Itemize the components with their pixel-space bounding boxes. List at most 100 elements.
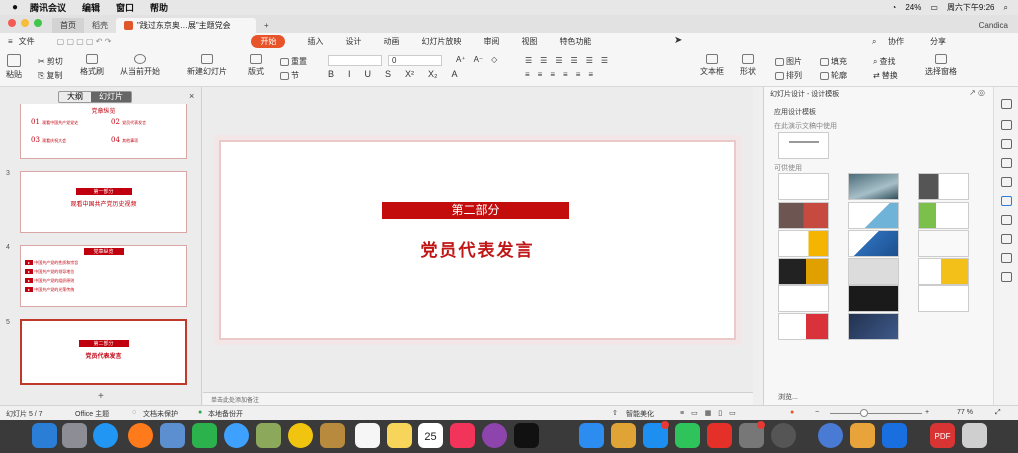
tab-slides[interactable]: 幻灯片	[91, 92, 131, 102]
tab-review[interactable]: 审阅	[483, 36, 499, 47]
replace-button[interactable]: ⇄ 替换	[873, 70, 898, 81]
battery-icon[interactable]: ▭	[930, 3, 938, 12]
current-template[interactable]	[778, 132, 829, 159]
properties-icon[interactable]	[1001, 120, 1012, 130]
template-11[interactable]	[848, 258, 899, 285]
pdf-icon[interactable]: PDF	[930, 423, 955, 448]
font-family-select[interactable]	[328, 55, 382, 66]
finder-icon[interactable]	[32, 423, 57, 448]
outline-button[interactable]: 轮廓	[820, 70, 847, 81]
design-icon[interactable]	[1001, 196, 1012, 206]
shape-style-icon[interactable]	[1001, 139, 1012, 149]
template-icon[interactable]	[1001, 215, 1012, 225]
panel-controls[interactable]: ↗ ◎	[969, 88, 985, 97]
template-3[interactable]	[918, 173, 969, 200]
animation-icon[interactable]	[1001, 158, 1012, 168]
apple-icon[interactable]: ●	[0, 2, 30, 13]
arrange-button[interactable]: 排列	[775, 70, 802, 81]
podcasts-icon[interactable]	[482, 423, 507, 448]
slide-thumbnail-3[interactable]: 第一部分 观看中国共产党历史视频	[20, 171, 187, 233]
picture-button[interactable]: 图片	[775, 56, 802, 67]
subscript-icon[interactable]: X₂	[428, 69, 438, 79]
notes-icon[interactable]	[387, 423, 412, 448]
add-slide-button[interactable]: +	[98, 391, 104, 402]
find-button[interactable]: ⌕ 查找	[873, 56, 895, 67]
protect-status[interactable]: 文档未保护	[143, 409, 178, 419]
underline-icon[interactable]: U	[365, 69, 372, 79]
numbers-icon[interactable]	[547, 423, 572, 448]
minimize-window-icon[interactable]	[21, 19, 29, 27]
template-8[interactable]	[848, 230, 899, 257]
zoom-out-icon[interactable]: −	[815, 409, 819, 416]
template-9[interactable]	[918, 230, 969, 257]
slide-title[interactable]: 党员代表发言	[221, 236, 734, 261]
paste-button[interactable]: 粘贴	[6, 54, 22, 80]
apple-tv-icon[interactable]	[514, 423, 539, 448]
magic-icon[interactable]	[1001, 99, 1012, 109]
template-12[interactable]	[918, 258, 969, 285]
fill-button[interactable]: 填充	[820, 56, 847, 67]
zoom-slider-handle[interactable]	[860, 409, 868, 417]
text-direction-icon[interactable]: ☰	[601, 56, 608, 65]
tab-start[interactable]: 开始	[251, 35, 286, 48]
pages-icon[interactable]	[611, 423, 636, 448]
indent-icon[interactable]: ☰	[555, 56, 562, 65]
user-name[interactable]: Candica	[969, 21, 1018, 33]
lark-icon[interactable]	[882, 423, 907, 448]
view-mode-buttons[interactable]: ≡▭▦▯▭	[680, 409, 743, 417]
tab-draft[interactable]: 稻壳	[84, 18, 116, 33]
outdent-icon[interactable]: ☰	[571, 56, 578, 65]
search-icon[interactable]: ⌕	[1004, 3, 1008, 13]
distribute-icon[interactable]: ≡	[576, 70, 581, 79]
backup-icon[interactable]	[1001, 272, 1012, 282]
current-slide[interactable]: 第二部分 党员代表发言	[219, 140, 736, 340]
play-slideshow-icon[interactable]: ●	[790, 409, 794, 416]
folder-icon[interactable]	[850, 423, 875, 448]
new-slide-button[interactable]: 新建幻灯片	[187, 54, 227, 77]
font-color-icon[interactable]: A	[452, 69, 458, 79]
transition-icon[interactable]	[1001, 177, 1012, 187]
hamburger-icon[interactable]: ≡	[8, 37, 13, 46]
font-size-select[interactable]: 0	[388, 55, 442, 66]
template-15[interactable]	[918, 285, 969, 312]
italic-icon[interactable]: I	[348, 69, 351, 79]
zoom-slider-track[interactable]	[830, 413, 922, 414]
clear-format-icon[interactable]: ◇	[491, 55, 497, 64]
template-4[interactable]	[778, 202, 829, 229]
play-current-button[interactable]: 从当前开始	[120, 54, 160, 77]
textbox-button[interactable]: 文本框	[700, 54, 724, 77]
align-left-icon[interactable]: ≡	[525, 70, 530, 79]
menu-edit[interactable]: 编辑	[82, 1, 100, 14]
close-panel-icon[interactable]: ×	[189, 91, 194, 101]
shape-button[interactable]: 形状	[740, 54, 756, 77]
tab-home[interactable]: 首页	[52, 18, 84, 33]
template-13[interactable]	[778, 285, 829, 312]
close-window-icon[interactable]	[8, 19, 16, 27]
template-5[interactable]	[848, 202, 899, 229]
reset-button[interactable]: 重置	[280, 56, 307, 67]
beautify-button[interactable]: 智能美化	[626, 409, 654, 419]
template-17[interactable]	[848, 313, 899, 340]
template-6[interactable]	[918, 202, 969, 229]
strike-icon[interactable]: S	[385, 69, 391, 79]
messages-icon[interactable]	[224, 423, 249, 448]
slide-thumbnail-2[interactable]: 党章纵览 01 观看中国共产党党史 02 党员代表发言 03 观看庆祝大会 04…	[20, 104, 187, 159]
reminders-icon[interactable]	[355, 423, 380, 448]
template-1[interactable]	[778, 173, 829, 200]
template-14[interactable]	[848, 285, 899, 312]
template-2[interactable]	[848, 173, 899, 200]
align-right-icon[interactable]: ≡	[550, 70, 555, 79]
template-16[interactable]	[778, 313, 829, 340]
number-list-icon[interactable]: ☰	[540, 56, 547, 65]
browse-link[interactable]: 浏览...	[778, 392, 798, 402]
file-menu[interactable]: 文件	[19, 36, 35, 47]
section-button[interactable]: 节	[280, 70, 299, 81]
format-painter-button[interactable]: 格式刷	[80, 54, 104, 77]
grow-font-icon[interactable]: A⁺	[456, 55, 466, 64]
zoom-level[interactable]: 77 %	[957, 409, 973, 416]
keynote-icon[interactable]	[579, 423, 604, 448]
tab-slideshow[interactable]: 幻灯片放映	[421, 36, 461, 47]
slide-thumbnail-4[interactable]: 党章纵览 ▸ 中国共产党的性质和宗旨 ▸ 中国共产党的领导地位 ▸ 中国共产党的…	[20, 245, 187, 307]
zoom-in-icon[interactable]: +	[925, 409, 929, 416]
bullet-list-icon[interactable]: ☰	[525, 56, 532, 65]
